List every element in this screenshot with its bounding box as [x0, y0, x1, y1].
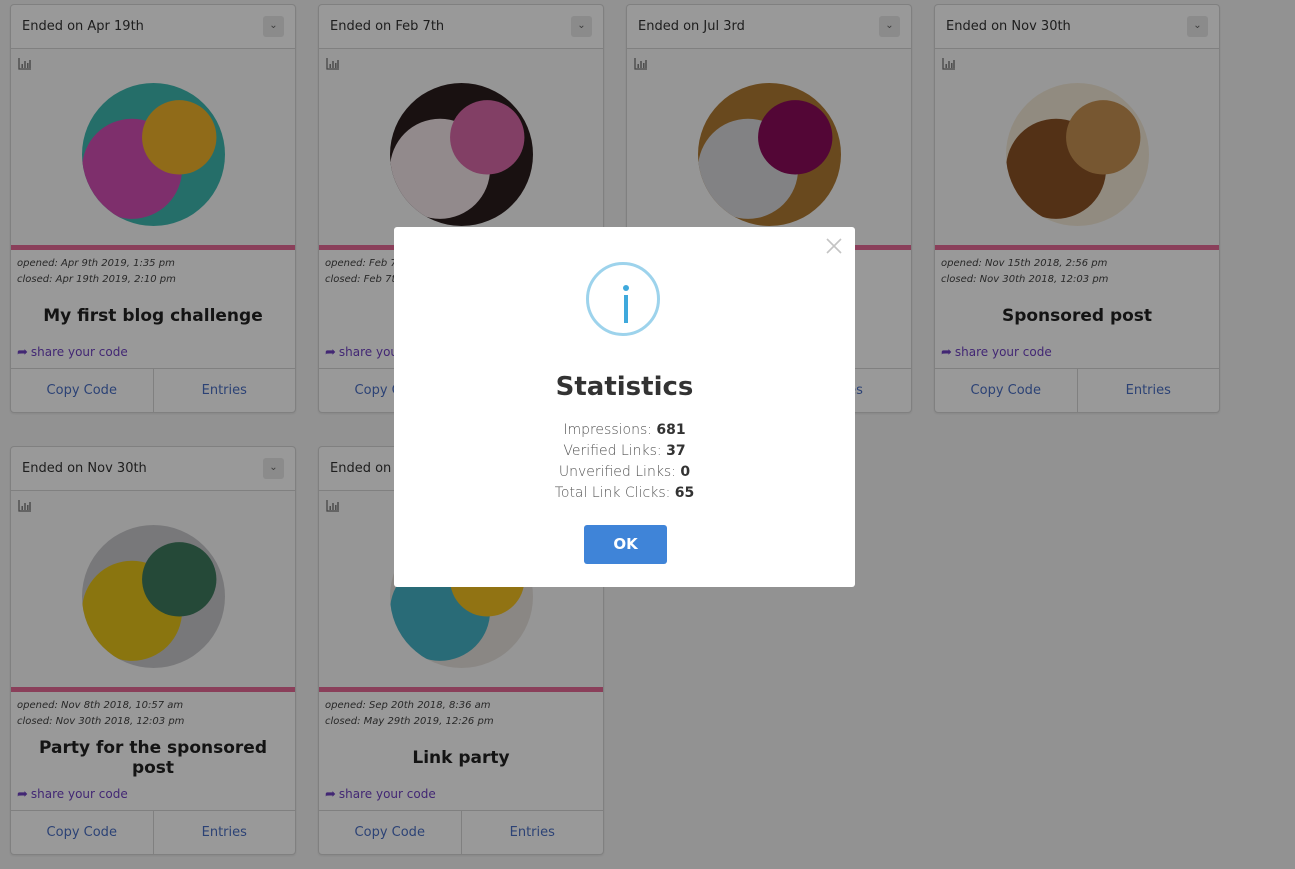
info-icon — [586, 262, 660, 336]
stat-unverified-links: Unverified Links: 0 — [558, 464, 691, 480]
close-icon[interactable] — [825, 237, 843, 255]
dialog-title: Statistics — [555, 372, 694, 402]
statistics-dialog: Statistics Impressions: 681 Verified Lin… — [394, 227, 855, 587]
stat-verified-links: Verified Links: 37 — [563, 443, 686, 459]
ok-button[interactable]: OK — [584, 525, 667, 564]
stat-total-link-clicks: Total Link Clicks: 65 — [554, 485, 695, 501]
stat-impressions: Impressions: 681 — [563, 422, 686, 438]
stats-list: Impressions: 681 Verified Links: 37 Unve… — [394, 420, 855, 504]
